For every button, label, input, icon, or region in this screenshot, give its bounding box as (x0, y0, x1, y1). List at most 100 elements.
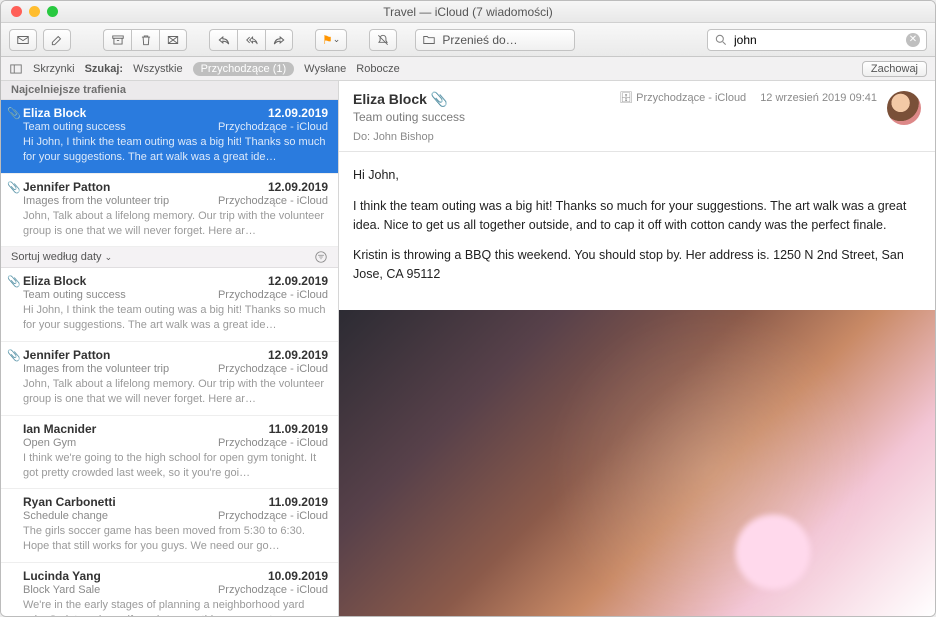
move-to-button[interactable]: Przenieś do… (415, 29, 575, 51)
msg-preview: We're in the early stages of planning a … (23, 598, 328, 616)
scope-inbox[interactable]: Przychodzące (1) (193, 62, 295, 76)
msg-preview: I think we're going to the high school f… (23, 451, 328, 481)
msg-subject: Team outing success (23, 289, 126, 301)
msg-folder: Przychodzące - iCloud (218, 289, 328, 301)
msg-preview: Hi John, I think the team outing was a b… (23, 135, 328, 165)
flag-icon: ⚑ (322, 33, 333, 47)
search-scope-bar: Skrzynki Szukaj: Wszystkie Przychodzące … (1, 57, 935, 81)
envelope-icon (16, 33, 30, 47)
attachment-icon: 📎 (431, 91, 448, 107)
msg-preview: John, Talk about a lifelong memory. Our … (23, 377, 328, 407)
msg-from: Eliza Block (23, 106, 86, 120)
to-label: Do: (353, 131, 370, 143)
top-hits-header: Najcelniejsze trafienia (1, 81, 338, 100)
msg-date: 12.09.2019 (268, 348, 328, 362)
sidebar-toggle-icon[interactable] (9, 62, 23, 76)
forward-button[interactable] (265, 29, 293, 51)
msg-subject: Block Yard Sale (23, 584, 100, 596)
compose-button[interactable] (43, 29, 71, 51)
reader-datetime: 12 wrzesień 2019 09:41 (760, 92, 877, 104)
msg-subject: Images from the volunteer trip (23, 195, 169, 207)
trash-icon (139, 33, 153, 47)
msg-from: Eliza Block (23, 274, 86, 288)
sort-bar[interactable]: Sortuj według daty ⌄ (1, 247, 338, 268)
msg-from: Ryan Carbonetti (23, 495, 116, 509)
attachment-image[interactable] (339, 310, 935, 616)
reader-header: Eliza Block 📎 Team outing success 🗄 Przy… (339, 81, 935, 152)
delete-button[interactable] (131, 29, 159, 51)
body-p2: I think the team outing was a big hit! T… (353, 197, 921, 235)
message-row[interactable]: 📎 Jennifer Patton 12.09.2019 Images from … (1, 342, 338, 416)
search-label: Szukaj: (85, 63, 124, 75)
msg-subject: Images from the volunteer trip (23, 363, 169, 375)
msg-date: 11.09.2019 (269, 495, 328, 509)
msg-date: 10.09.2019 (268, 569, 328, 583)
scope-drafts[interactable]: Robocze (356, 63, 399, 75)
scope-sent[interactable]: Wysłane (304, 63, 346, 75)
attachment-icon: 📎 (7, 349, 21, 362)
attachment-icon: 📎 (7, 107, 21, 120)
junk-button[interactable] (159, 29, 187, 51)
get-mail-button[interactable] (9, 29, 37, 51)
msg-folder: Przychodzące - iCloud (218, 121, 328, 133)
message-row[interactable]: Ryan Carbonetti 11.09.2019 Schedule chang… (1, 489, 338, 563)
mail-window: Travel — iCloud (7 wiadomości) ⚑ ⌄ Przen… (0, 0, 936, 617)
msg-from: Ian Macnider (23, 422, 96, 436)
filter-icon[interactable] (314, 250, 328, 264)
message-list[interactable]: Najcelniejsze trafienia 📎 Eliza Block 12.… (1, 81, 339, 616)
search-icon (714, 33, 728, 47)
reader-body: Hi John, I think the team outing was a b… (339, 152, 935, 310)
body-p3: Kristin is throwing a BBQ this weekend. … (353, 246, 921, 284)
reader-subject: Team outing success (353, 110, 619, 124)
msg-subject: Schedule change (23, 510, 108, 522)
archive-icon (111, 33, 125, 47)
folder-icon (422, 33, 436, 47)
msg-from: Jennifer Patton (23, 348, 110, 362)
msg-date: 12.09.2019 (268, 106, 328, 120)
msg-folder: Przychodzące - iCloud (218, 510, 328, 522)
msg-folder: Przychodzące - iCloud (218, 584, 328, 596)
message-row[interactable]: Ian Macnider11.09.2019 Open GymPrzychodz… (1, 416, 338, 490)
reader-folder: 🗄 Przychodzące - iCloud (619, 91, 746, 104)
msg-date: 12.09.2019 (268, 180, 328, 194)
msg-from: Lucinda Yang (23, 569, 101, 583)
msg-folder: Przychodzące - iCloud (218, 363, 328, 375)
reply-icon (217, 33, 231, 47)
clear-search-button[interactable]: ✕ (906, 33, 920, 47)
attachment-icon: 📎 (7, 275, 21, 288)
msg-date: 11.09.2019 (269, 422, 328, 436)
flag-button[interactable]: ⚑ ⌄ (315, 29, 347, 51)
msg-date: 12.09.2019 (268, 274, 328, 288)
message-row[interactable]: Lucinda Yang 10.09.2019 Block Yard Sale Pr… (1, 563, 338, 616)
scope-all[interactable]: Wszystkie (133, 63, 183, 75)
reply-all-icon (245, 33, 259, 47)
msg-subject: Open Gym (23, 437, 76, 449)
forward-icon (272, 33, 286, 47)
search-input[interactable] (734, 33, 900, 47)
sort-label: Sortuj według daty (11, 251, 102, 263)
titlebar: Travel — iCloud (7 wiadomości) (1, 1, 935, 23)
reply-all-button[interactable] (237, 29, 265, 51)
body-p1: Hi John, (353, 166, 921, 185)
window-title: Travel — iCloud (7 wiadomości) (1, 5, 935, 19)
archive-button[interactable] (103, 29, 131, 51)
reply-button[interactable] (209, 29, 237, 51)
mute-button[interactable] (369, 29, 397, 51)
msg-preview: John, Talk about a lifelong memory. Our … (23, 209, 328, 239)
compose-icon (50, 33, 64, 47)
msg-folder: Przychodzące - iCloud (218, 195, 328, 207)
to-value: John Bishop (373, 131, 434, 143)
message-reader: Eliza Block 📎 Team outing success 🗄 Przy… (339, 81, 935, 616)
avatar (887, 91, 921, 125)
message-row[interactable]: 📎 Jennifer Patton12.09.2019 Images from … (1, 174, 338, 248)
save-search-button[interactable]: Zachowaj (862, 61, 927, 77)
msg-subject: Team outing success (23, 121, 126, 133)
message-row[interactable]: 📎 Eliza Block 12.09.2019 Team outing succ… (1, 100, 338, 174)
msg-from: Jennifer Patton (23, 180, 110, 194)
message-row[interactable]: 📎 Eliza Block 12.09.2019 Team outing succ… (1, 268, 338, 342)
bell-slash-icon (376, 33, 390, 47)
move-to-label: Przenieś do… (442, 33, 517, 47)
mailboxes-label[interactable]: Skrzynki (33, 63, 75, 75)
junk-icon (166, 33, 180, 47)
search-field[interactable]: ✕ (707, 29, 927, 51)
